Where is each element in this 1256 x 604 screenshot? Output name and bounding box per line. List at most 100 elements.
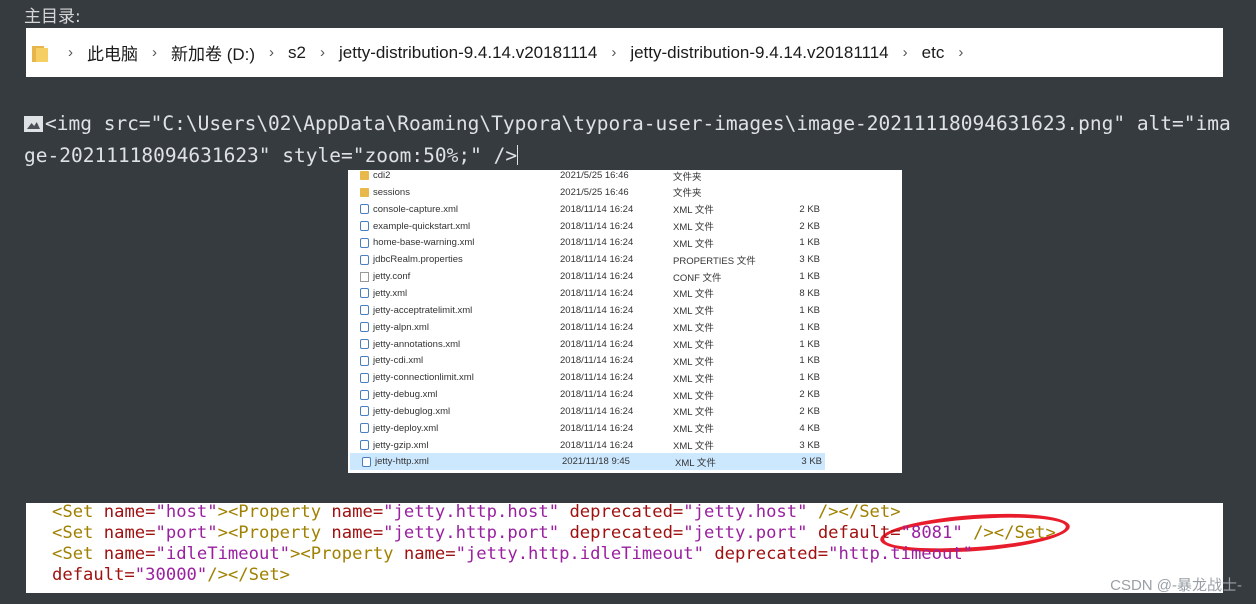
- file-type: 文件夹: [673, 171, 702, 183]
- file-row[interactable]: example-quickstart.xml 2018/11/14 16:24 XM…: [348, 218, 902, 235]
- file-row[interactable]: jetty-annotations.xml 2018/11/14 16:24 XML…: [348, 336, 902, 353]
- file-row[interactable]: cdi2 2021/5/25 16:46 文件夹: [348, 170, 902, 184]
- file-row[interactable]: console-capture.xml 2018/11/14 16:24 XML 文…: [348, 201, 902, 218]
- file-date: 2018/11/14 16:24: [560, 439, 634, 451]
- code-line: <Set name="idleTimeout"><Property name="…: [52, 544, 973, 565]
- code-token: <Set: [52, 523, 104, 543]
- file-size: 1 KB: [799, 372, 820, 384]
- file-size: 4 KB: [799, 422, 820, 434]
- file-type: XML 文件: [673, 356, 714, 368]
- file-name: jetty-cdi.xml: [373, 355, 424, 367]
- file-date: 2018/11/14 16:24: [560, 287, 634, 299]
- code-token: deprecated=: [569, 503, 684, 522]
- breadcrumb-jetty-dist-1[interactable]: jetty-distribution-9.4.14.v20181114: [331, 43, 605, 63]
- file-size: 3 KB: [799, 254, 820, 266]
- code-token: "30000": [134, 565, 208, 585]
- file-date: 2018/11/14 16:24: [560, 237, 634, 249]
- code-token: /></Set>: [207, 565, 291, 585]
- chevron-right-icon[interactable]: ›: [314, 44, 331, 61]
- breadcrumb-this-pc[interactable]: 此电脑: [79, 40, 146, 65]
- file-size: 3 KB: [801, 456, 822, 468]
- breadcrumb-etc[interactable]: etc: [914, 43, 953, 63]
- file-row[interactable]: jetty-debuglog.xml 2018/11/14 16:24 XML 文件…: [348, 403, 902, 420]
- code-token: "http.timeout": [828, 544, 974, 564]
- file-row[interactable]: jetty-alpn.xml 2018/11/14 16:24 XML 文件 1 KB: [348, 319, 902, 336]
- file-row[interactable]: jetty-cdi.xml 2018/11/14 16:24 XML 文件 1 KB: [348, 352, 902, 369]
- file-size: 2 KB: [799, 220, 820, 232]
- breadcrumb-drive-d[interactable]: 新加卷 (D:): [163, 40, 263, 65]
- file-row[interactable]: jetty-debug.xml 2018/11/14 16:24 XML 文件 2 K…: [348, 386, 902, 403]
- watermark: CSDN @-暴龙战士-: [1110, 577, 1242, 594]
- file-icon: [360, 271, 369, 282]
- file-size: 2 KB: [799, 389, 820, 401]
- file-row[interactable]: jetty-deploy.xml 2018/11/14 16:24 XML 文件 4 …: [348, 420, 902, 437]
- file-size: 2 KB: [799, 405, 820, 417]
- file-type: XML 文件: [673, 306, 714, 318]
- breadcrumb-s2[interactable]: s2: [280, 43, 314, 63]
- chevron-right-icon[interactable]: ›: [605, 44, 622, 61]
- folder-icon: [360, 187, 369, 197]
- file-name: jetty-debuglog.xml: [373, 405, 451, 417]
- xml-file-icon: [360, 221, 369, 232]
- file-size: 3 KB: [799, 439, 820, 451]
- xml-file-icon: [360, 423, 369, 434]
- file-name: console-capture.xml: [373, 203, 459, 215]
- file-date: 2018/11/14 16:24: [560, 389, 634, 401]
- file-row[interactable]: jetty-acceptratelimit.xml 2018/11/14 16:2…: [348, 302, 902, 319]
- folder-icon: [32, 44, 48, 62]
- file-name: jetty-http.xml: [375, 456, 429, 468]
- file-date: 2018/11/14 16:24: [560, 220, 634, 232]
- file-type: XML 文件: [673, 289, 714, 301]
- chevron-right-icon[interactable]: ›: [952, 44, 969, 61]
- file-row[interactable]: jetty-connectionlimit.xml 2018/11/14 16:2…: [348, 369, 902, 386]
- file-row[interactable]: jetty-gzip.xml 2018/11/14 16:24 XML 文件 3 KB: [348, 437, 902, 454]
- code-token: "jetty.http.idleTimeout": [455, 544, 704, 564]
- code-token: name=: [331, 523, 384, 543]
- file-size: 1 KB: [799, 321, 820, 333]
- file-size: 1 KB: [799, 355, 820, 367]
- file-date: 2018/11/14 16:24: [560, 338, 634, 350]
- code-token: deprecated=: [569, 523, 684, 543]
- file-date: 2018/11/14 16:24: [560, 372, 634, 384]
- file-name: jetty-annotations.xml: [373, 338, 461, 350]
- code-token: ><Property: [290, 544, 404, 564]
- breadcrumb-jetty-dist-2[interactable]: jetty-distribution-9.4.14.v20181114: [622, 43, 896, 63]
- text-cursor: [517, 145, 519, 165]
- code-token: "host": [155, 503, 218, 522]
- chevron-right-icon[interactable]: ›: [62, 44, 79, 61]
- xml-file-icon: [360, 440, 369, 451]
- code-token: "jetty.http.host": [383, 503, 560, 522]
- file-row[interactable]: home-base-warning.xml 2018/11/14 16:24 XML…: [348, 234, 902, 251]
- code-snippet: <Set name="host"><Property name="jetty.h…: [26, 503, 1223, 593]
- explorer-address-bar[interactable]: › 此电脑 › 新加卷 (D:) › s2 › jetty-distributi…: [26, 28, 1223, 77]
- code-token: <Set: [52, 503, 104, 522]
- chevron-right-icon[interactable]: ›: [146, 44, 163, 61]
- file-list[interactable]: cdi2 2021/5/25 16:46 文件夹 sessions 2021/5/25 …: [348, 170, 902, 473]
- code-token: "jetty.host": [683, 503, 808, 522]
- file-type: XML 文件: [673, 238, 714, 250]
- code-line: <Set name="port"><Property name="jetty.h…: [52, 523, 1056, 544]
- file-size: 1 KB: [799, 304, 820, 316]
- code-token: /></Set>: [962, 523, 1056, 543]
- code-line: <Set name="host"><Property name="jetty.h…: [52, 503, 901, 523]
- file-name: jetty.xml: [373, 287, 408, 299]
- file-date: 2021/5/25 16:46: [560, 186, 629, 198]
- file-row[interactable]: sessions 2021/5/25 16:46 文件夹: [348, 184, 902, 201]
- file-type: XML 文件: [673, 222, 714, 234]
- chevron-right-icon[interactable]: ›: [263, 44, 280, 61]
- chevron-right-icon[interactable]: ›: [897, 44, 914, 61]
- folder-icon: [360, 171, 369, 180]
- file-row[interactable]: jetty.xml 2018/11/14 16:24 XML 文件 8 KB: [348, 285, 902, 302]
- file-type: XML 文件: [673, 441, 714, 453]
- code-token: name=: [103, 544, 156, 564]
- raw-image-markup[interactable]: <img src="C:\Users\02\AppData\Roaming\Ty…: [24, 108, 1234, 172]
- file-row[interactable]: jetty-http.xml 2021/11/18 9:45 XML 文件 3 KB: [350, 453, 825, 471]
- file-row[interactable]: jetty.conf 2018/11/14 16:24 CONF 文件 1 KB: [348, 268, 902, 285]
- file-type: XML 文件: [675, 457, 716, 469]
- file-date: 2021/11/18 9:45: [562, 456, 630, 468]
- file-row[interactable]: jdbcRealm.properties 2018/11/14 16:24 PROP…: [348, 251, 902, 268]
- xml-file-icon: [360, 305, 369, 316]
- code-token: ><Property: [217, 503, 332, 522]
- file-size: 2 KB: [799, 203, 820, 215]
- file-type: XML 文件: [673, 323, 714, 335]
